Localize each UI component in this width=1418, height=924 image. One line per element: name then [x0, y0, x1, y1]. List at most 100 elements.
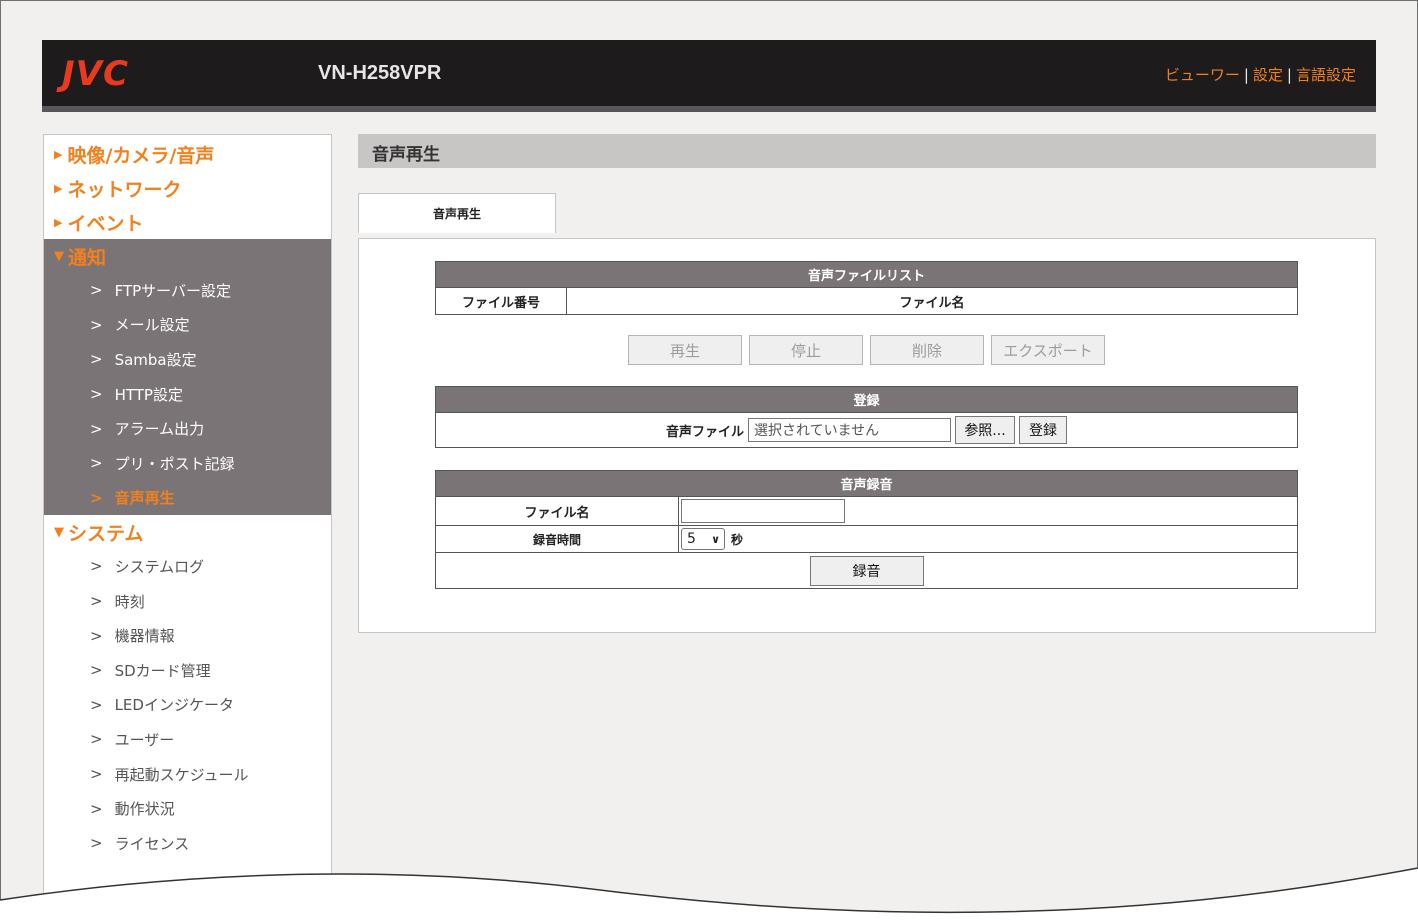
page-title: 音声再生 [358, 134, 1376, 168]
table-column-row: ファイル番号 ファイル名 [436, 288, 1297, 314]
triangle-down-icon: ▼ [54, 524, 64, 540]
register-button[interactable]: 登録 [1019, 416, 1067, 444]
chevron-right-icon: > [90, 799, 103, 818]
sidebar-item-prepost[interactable]: > プリ・ポスト記録 [44, 446, 331, 481]
filename-cell [678, 497, 1297, 525]
sidebar-item-label: FTPサーバー設定 [114, 281, 232, 300]
record-button[interactable]: 録音 [809, 555, 924, 586]
model-name: VN-H258VPR [318, 62, 442, 84]
seconds-unit: 秒 [731, 532, 744, 547]
sidebar-item-label: LEDインジケータ [114, 696, 234, 715]
export-button[interactable]: エクスポート [991, 335, 1105, 365]
sidebar-item-label: 時刻 [114, 592, 145, 611]
chevron-down-icon: ∨ [711, 532, 720, 546]
system-submenu: > システムログ > 時刻 > 機器情報 > SDカード管理 > LEDインジケータ > ユ… [44, 549, 331, 860]
record-button-row: 録音 [436, 553, 1297, 588]
sidebar-item-audio-playback[interactable]: > 音声再生 [44, 481, 331, 516]
table-header: 登録 [436, 387, 1297, 413]
sidebar-item-sd[interactable]: > SDカード管理 [44, 653, 331, 688]
table-header: 音声録音 [436, 471, 1297, 497]
sidebar-item-reboot[interactable]: > 再起動スケジュール [44, 757, 331, 792]
filename-label: ファイル名 [524, 505, 590, 521]
sidebar-cat-notify[interactable]: ▼ 通知 [44, 239, 331, 273]
chevron-right-icon: > [90, 419, 103, 438]
record-button-cell: 録音 [436, 553, 1297, 588]
delete-button[interactable]: 削除 [870, 335, 984, 365]
sidebar-cat-label: システム [68, 522, 144, 545]
filename-row: ファイル名 [436, 497, 1297, 526]
sidebar-item-device-info[interactable]: > 機器情報 [44, 618, 331, 653]
sidebar-cat-label: イベント [67, 212, 144, 235]
chevron-right-icon: > [90, 592, 103, 611]
sidebar-item-samba[interactable]: > Samba設定 [44, 342, 331, 377]
register-cell: 音声ファイル 選択されていません 参照... 登録 [436, 413, 1297, 447]
sidebar-cat-video[interactable]: ▶ 映像/カメラ/音声 [44, 137, 331, 171]
filename-input[interactable] [681, 499, 845, 523]
sidebar-cat-network[interactable]: ▶ ネットワーク [44, 171, 331, 205]
duration-row: 録音時間 5 ∨ 秒 [436, 526, 1297, 553]
browse-button[interactable]: 参照... [955, 416, 1015, 444]
chevron-right-icon: > [90, 350, 103, 369]
file-input[interactable]: 選択されていません [748, 418, 951, 442]
sidebar-item-label: メール設定 [114, 316, 190, 335]
play-button[interactable]: 再生 [628, 335, 742, 365]
sidebar-item-alarm[interactable]: > アラーム出力 [44, 411, 331, 446]
sidebar-item-label: 機器情報 [114, 627, 175, 646]
sidebar-item-label: アラーム出力 [114, 420, 205, 439]
language-link[interactable]: 言語設定 [1296, 66, 1356, 84]
sidebar-item-license[interactable]: > ライセンス [44, 826, 331, 861]
sidebar-item-mail[interactable]: > メール設定 [44, 308, 331, 343]
sidebar-item-syslog[interactable]: > システムログ [44, 549, 331, 584]
triangle-right-icon: ▶ [54, 147, 63, 161]
action-buttons: 再生 停止 削除 エクスポート [628, 335, 1105, 365]
sidebar-item-label: ライセンス [114, 834, 190, 853]
top-links: ビューワー | 設定 | 言語設定 [1164, 66, 1356, 84]
sidebar-item-status[interactable]: > 動作状況 [44, 791, 331, 826]
audio-file-list-table: 音声ファイルリスト ファイル番号 ファイル名 [435, 261, 1298, 315]
sidebar-item-label: ユーザー [114, 730, 175, 749]
sidebar-item-label: プリ・ポスト記録 [114, 454, 235, 473]
settings-link[interactable]: 設定 [1253, 66, 1283, 84]
record-table: 音声録音 ファイル名 録音時間 5 ∨ 秒 録音 [435, 470, 1298, 589]
duration-label: 録音時間 [532, 532, 581, 547]
viewer-link[interactable]: ビューワー [1165, 66, 1240, 84]
duration-value: 5 [687, 531, 696, 547]
chevron-right-icon: > [90, 385, 103, 404]
sidebar-item-led[interactable]: > LEDインジケータ [44, 688, 331, 723]
sidebar-item-label: 音声再生 [114, 489, 175, 508]
content-panel: 音声ファイルリスト ファイル番号 ファイル名 再生 停止 削除 エクスポート 登… [358, 238, 1376, 633]
chevron-right-icon: > [90, 661, 103, 680]
chevron-right-icon: > [90, 730, 103, 749]
sidebar-item-user[interactable]: > ユーザー [44, 722, 331, 757]
sidebar-item-label: 動作状況 [114, 800, 175, 819]
duration-cell: 5 ∨ 秒 [678, 526, 1297, 552]
page-wave-decoration [0, 867, 1418, 924]
sidebar-item-label: SDカード管理 [114, 661, 211, 680]
triangle-right-icon: ▶ [54, 181, 63, 195]
jvc-logo: JVC [62, 54, 129, 94]
chevron-right-icon: > [90, 557, 103, 576]
sidebar-item-http[interactable]: > HTTP設定 [44, 377, 331, 412]
chevron-right-icon: > [90, 626, 103, 645]
chevron-right-icon: > [90, 695, 103, 714]
sidebar-cat-system[interactable]: ▼ システム [44, 515, 331, 550]
stop-button[interactable]: 停止 [749, 335, 863, 365]
col-file-number: ファイル番号 [461, 295, 540, 311]
sidebar-cat-label: ネットワーク [67, 178, 182, 201]
triangle-right-icon: ▶ [54, 215, 63, 229]
chevron-right-icon: > [90, 834, 103, 853]
audio-file-label: 音声ファイル [665, 424, 744, 440]
sidebar-item-ftp[interactable]: > FTPサーバー設定 [44, 273, 331, 308]
header-bar: JVC VN-H258VPR ビューワー | 設定 | 言語設定 [42, 40, 1376, 112]
triangle-down-icon: ▼ [54, 248, 64, 264]
notify-submenu: > FTPサーバー設定 > メール設定 > Samba設定 > HTTP設定 > アラーム… [44, 273, 331, 516]
tab-audio-playback[interactable]: 音声再生 [358, 193, 556, 233]
chevron-right-icon: > [90, 315, 103, 334]
sidebar: ▶ 映像/カメラ/音声 ▶ ネットワーク ▶ イベント ▼ 通知 > FTPサーバ… [43, 134, 332, 894]
chevron-right-icon: > [90, 281, 103, 300]
sidebar-item-label: 再起動スケジュール [114, 765, 249, 784]
sidebar-cat-event[interactable]: ▶ イベント [44, 205, 331, 239]
sidebar-item-time[interactable]: > 時刻 [44, 584, 331, 619]
duration-select[interactable]: 5 ∨ [681, 528, 725, 550]
col-file-name: ファイル名 [566, 288, 1297, 314]
